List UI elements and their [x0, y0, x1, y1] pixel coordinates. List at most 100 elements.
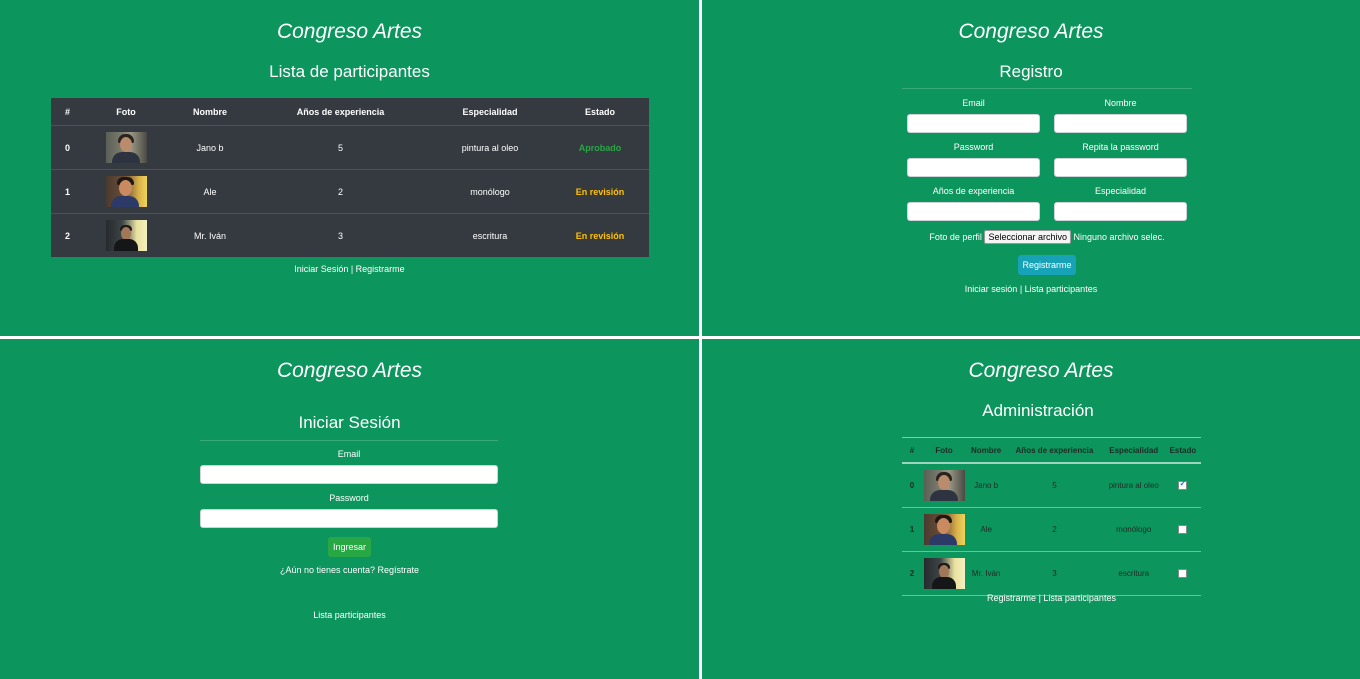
participants-list-link[interactable]: Lista participantes	[313, 610, 386, 620]
approve-checkbox[interactable]	[1178, 479, 1188, 491]
email-field[interactable]	[200, 465, 498, 484]
row-index: 1	[902, 507, 922, 552]
status-badge: Aprobado	[551, 125, 649, 170]
email-label: Email	[337, 449, 361, 459]
name-field[interactable]	[1054, 114, 1187, 133]
footer-links: Registrarme | Lista participantes	[902, 593, 1201, 603]
participant-name: Ale	[168, 169, 252, 214]
column-header-name: Nombre	[966, 437, 1007, 464]
participant-specialty: monólogo	[429, 169, 551, 214]
approve-checkbox[interactable]	[1178, 525, 1188, 535]
row-index: 2	[51, 213, 84, 257]
row-index: 2	[902, 551, 922, 596]
photo-cell	[922, 507, 966, 552]
participant-name: Jano b	[966, 463, 1007, 508]
register-view: Congreso Artes Registro Email Nombre Pas…	[702, 0, 1360, 336]
email-field[interactable]	[907, 114, 1040, 133]
title-divider	[902, 88, 1192, 89]
years-label: Años de experiencia	[932, 186, 1015, 196]
page-title: Registro	[999, 62, 1063, 81]
table-header-row: # Foto Nombre Años de experiencia Especi…	[902, 437, 1201, 464]
footer-links: Iniciar Sesión | Registrarme	[0, 264, 699, 274]
years-field[interactable]	[907, 202, 1040, 221]
table-row: 1 Ale 2 monólogo	[902, 507, 1201, 552]
specialty-field[interactable]	[1054, 202, 1187, 221]
row-index: 0	[51, 125, 84, 170]
participants-list-link[interactable]: Lista participantes	[1025, 284, 1098, 294]
row-index: 1	[51, 169, 84, 214]
participant-name: Mr. Iván	[168, 213, 252, 257]
column-header-name: Nombre	[168, 98, 252, 126]
photo-label: Foto de perfil	[929, 232, 982, 242]
participant-specialty: pintura al oleo	[1102, 463, 1165, 508]
footer-links: Iniciar sesión | Lista participantes	[702, 284, 1360, 294]
approve-checkbox[interactable]	[1178, 569, 1188, 579]
signup-link[interactable]: ¿Aún no tienes cuenta? Regístrate	[280, 565, 419, 575]
participant-name: Jano b	[168, 125, 252, 170]
link-separator: |	[348, 264, 356, 274]
participant-specialty: monólogo	[1102, 507, 1165, 552]
column-header-years: Años de experiencia	[1006, 437, 1103, 464]
login-button[interactable]: Ingresar	[328, 537, 371, 557]
table-row: 2 Mr. Iván 3 escritura	[902, 551, 1201, 596]
specialty-label: Especialidad	[1094, 186, 1147, 196]
participant-specialty: escritura	[429, 213, 551, 257]
name-label: Nombre	[1104, 98, 1137, 108]
participant-years: 2	[252, 169, 429, 214]
table-row: 2 Mr. Iván 3 escritura En revisión	[51, 213, 649, 257]
register-link[interactable]: Registrarme	[987, 593, 1036, 603]
table-row: 1 Ale 2 monólogo En revisión	[51, 169, 649, 214]
brand-title: Congreso Artes	[276, 20, 423, 43]
admin-participants-table: # Foto Nombre Años de experiencia Especi…	[902, 437, 1201, 596]
column-header-photo: Foto	[922, 437, 966, 464]
column-header-index: #	[902, 437, 922, 464]
repeat-password-field[interactable]	[1054, 158, 1187, 177]
page-title: Lista de participantes	[269, 62, 430, 81]
register-link[interactable]: Registrarme	[356, 264, 405, 274]
participants-list-view: Congreso Artes Lista de participantes # …	[0, 0, 699, 336]
page-title: Administración	[982, 401, 1094, 420]
participant-years: 5	[252, 125, 429, 170]
avatar	[923, 470, 965, 501]
password-label: Password	[953, 142, 994, 152]
column-header-specialty: Especialidad	[1102, 437, 1165, 464]
status-badge: En revisión	[551, 213, 649, 257]
photo-cell	[84, 169, 168, 214]
column-header-index: #	[51, 98, 84, 126]
avatar	[105, 176, 147, 207]
status-badge: En revisión	[551, 169, 649, 214]
column-header-photo: Foto	[84, 98, 168, 126]
avatar	[105, 132, 147, 163]
photo-upload-row: Foto de perfil Seleccionar archivo Ningu…	[852, 230, 1242, 244]
password-field[interactable]	[200, 509, 498, 528]
photo-cell	[84, 213, 168, 257]
participant-name: Mr. Iván	[966, 551, 1007, 596]
participant-specialty: pintura al oleo	[429, 125, 551, 170]
status-cell	[1164, 551, 1201, 596]
password-label: Password	[329, 493, 369, 503]
repeat-password-label: Repita la password	[1082, 142, 1159, 152]
avatar	[105, 220, 147, 251]
participant-years: 5	[1006, 463, 1103, 508]
photo-cell	[84, 125, 168, 170]
file-select-button[interactable]: Seleccionar archivo	[984, 230, 1071, 244]
register-button[interactable]: Registrarme	[1018, 255, 1076, 275]
page-title: Iniciar Sesión	[298, 413, 401, 432]
participants-table: # Foto Nombre Años de experiencia Especi…	[51, 98, 649, 257]
brand-title: Congreso Artes	[958, 20, 1104, 43]
link-separator: |	[1017, 284, 1025, 294]
password-field[interactable]	[907, 158, 1040, 177]
login-link[interactable]: Iniciar Sesión	[294, 264, 348, 274]
table-row: 0 Jano b 5 pintura al oleo	[902, 463, 1201, 508]
photo-cell	[922, 463, 966, 508]
avatar	[923, 558, 965, 589]
participant-years: 2	[1006, 507, 1103, 552]
photo-cell	[922, 551, 966, 596]
row-index: 0	[902, 463, 922, 508]
column-header-status: Estado	[551, 98, 649, 126]
status-cell	[1164, 463, 1201, 508]
login-link[interactable]: Iniciar sesión	[965, 284, 1018, 294]
participant-specialty: escritura	[1102, 551, 1165, 596]
participant-years: 3	[252, 213, 429, 257]
participants-list-link[interactable]: Lista participantes	[1043, 593, 1116, 603]
